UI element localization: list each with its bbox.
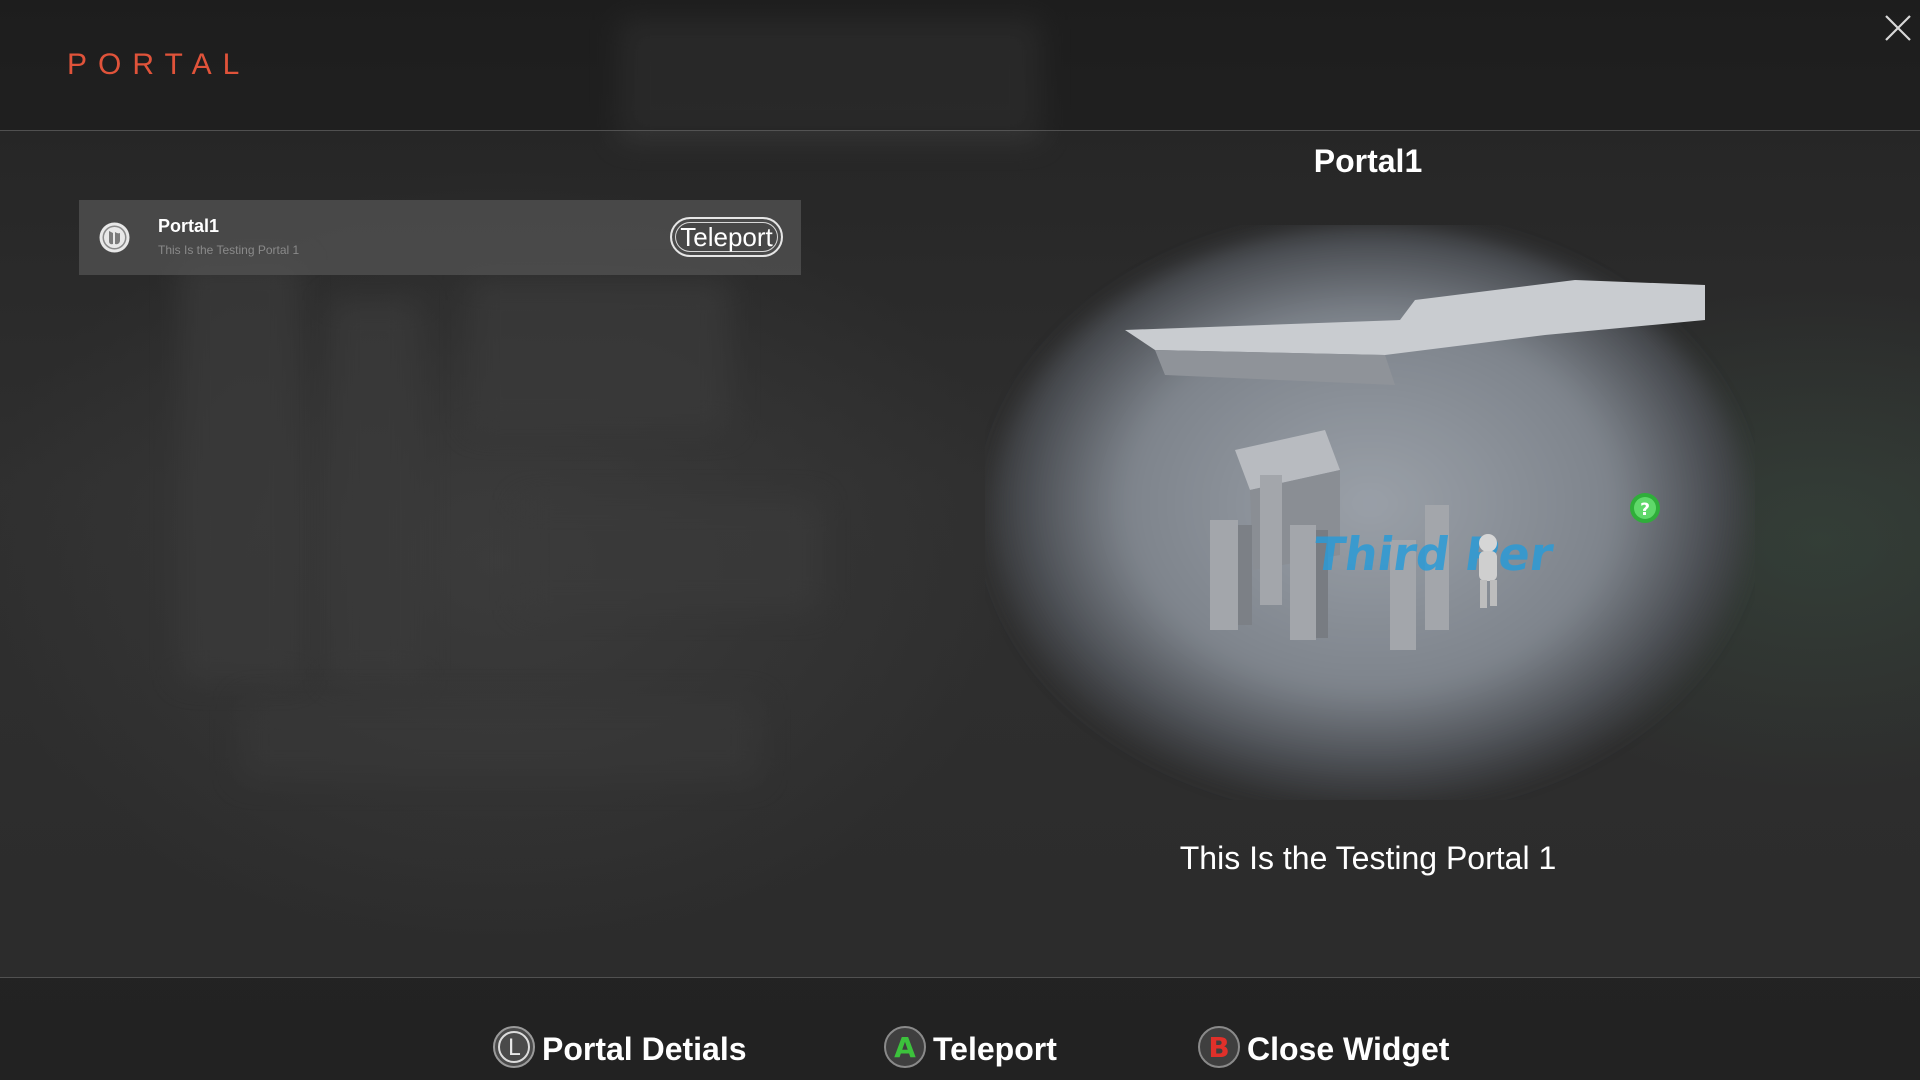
portal-list: Portal1 This Is the Testing Portal 1 Tel… [79,200,801,275]
svg-text:?: ? [1640,500,1650,520]
hint-label: Portal Detials [542,1031,747,1067]
background-block [180,260,300,680]
close-icon[interactable] [1880,10,1916,46]
portal-description: This Is the Testing Portal 1 [158,243,300,257]
background-block [240,700,760,780]
header-bar: PORTAL [0,0,1920,131]
svg-text:Third Per: Third Per [1310,527,1557,581]
hint-label: Teleport [933,1031,1057,1067]
svg-text:B: B [1208,1031,1229,1064]
unreal-logo-icon [98,221,131,254]
background-block [520,500,820,610]
page-title: PORTAL [67,48,251,81]
portal-name: Portal1 [158,216,220,236]
detail-title: Portal1 [1313,143,1423,179]
list-item[interactable]: Portal1 This Is the Testing Portal 1 Tel… [79,200,801,275]
a-button-icon: A [883,1025,927,1069]
game-stage: PORTAL Portal1 This Is the Testing Porta… [0,0,1920,1080]
detail-description: This Is the Testing Portal 1 [1179,840,1557,876]
b-button-icon: B [1197,1025,1241,1069]
l-button-icon: L [492,1025,536,1069]
teleport-button[interactable]: Teleport [670,217,783,257]
svg-text:A: A [894,1031,916,1064]
footer-bar: L Portal Detials A Teleport B Close Widg… [0,977,1920,1080]
background-block [470,280,730,430]
hint-label: Close Widget [1247,1031,1450,1067]
svg-text:L: L [508,1036,521,1061]
background-block [330,300,420,680]
portal-preview-image: Third Per ? [985,225,1755,805]
